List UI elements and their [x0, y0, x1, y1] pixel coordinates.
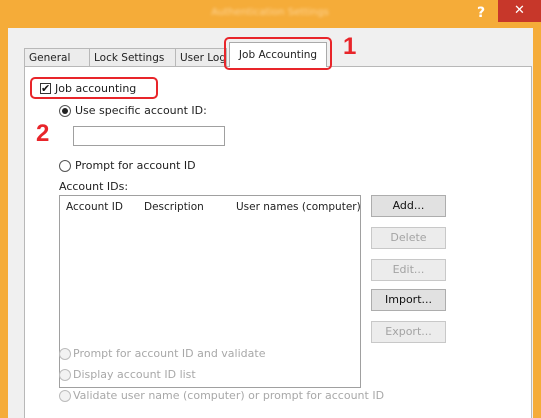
tab-lock-settings[interactable]: Lock Settings — [89, 48, 176, 66]
callout-1-highlight — [224, 37, 332, 70]
column-description[interactable]: Description — [144, 201, 204, 213]
help-button[interactable]: ? — [469, 2, 493, 24]
delete-button[interactable]: Delete — [371, 227, 446, 249]
job-accounting-label: Job accounting — [55, 82, 137, 95]
window-title: Authentication Settings — [211, 7, 329, 18]
account-id-input[interactable] — [73, 126, 225, 146]
prompt-validate-radio[interactable] — [59, 348, 71, 360]
validate-user-label: Validate user name (computer) or prompt … — [73, 389, 385, 402]
display-list-radio[interactable] — [59, 369, 71, 381]
close-button[interactable]: ✕ — [498, 0, 541, 22]
use-specific-account-label: Use specific account ID: — [75, 104, 207, 117]
tab-user-login[interactable]: User Login — [175, 48, 227, 66]
export-button[interactable]: Export... — [371, 321, 446, 343]
prompt-validate-label: Prompt for account ID and validate — [73, 347, 266, 360]
add-button[interactable]: Add... — [371, 195, 446, 217]
job-accounting-checkbox[interactable]: ✔ — [40, 83, 51, 94]
column-user-names[interactable]: User names (computer) — [236, 201, 361, 213]
column-account-id[interactable]: Account ID — [66, 201, 123, 213]
callout-1-number: 1 — [343, 33, 357, 60]
prompt-account-id-label: Prompt for account ID — [75, 159, 196, 172]
edit-button[interactable]: Edit... — [371, 259, 446, 281]
account-ids-label: Account IDs: — [59, 180, 129, 193]
display-list-label: Display account ID list — [73, 368, 196, 381]
prompt-account-id-radio[interactable] — [59, 160, 71, 172]
callout-2-number: 2 — [36, 120, 50, 147]
validate-user-radio[interactable] — [59, 390, 71, 402]
window-border-right — [533, 28, 541, 418]
title-bar: Authentication Settings ? ✕ — [0, 0, 541, 28]
window-border-left — [0, 28, 8, 418]
tab-general[interactable]: General — [24, 48, 90, 66]
use-specific-account-radio[interactable] — [59, 105, 71, 117]
import-button[interactable]: Import... — [371, 289, 446, 311]
